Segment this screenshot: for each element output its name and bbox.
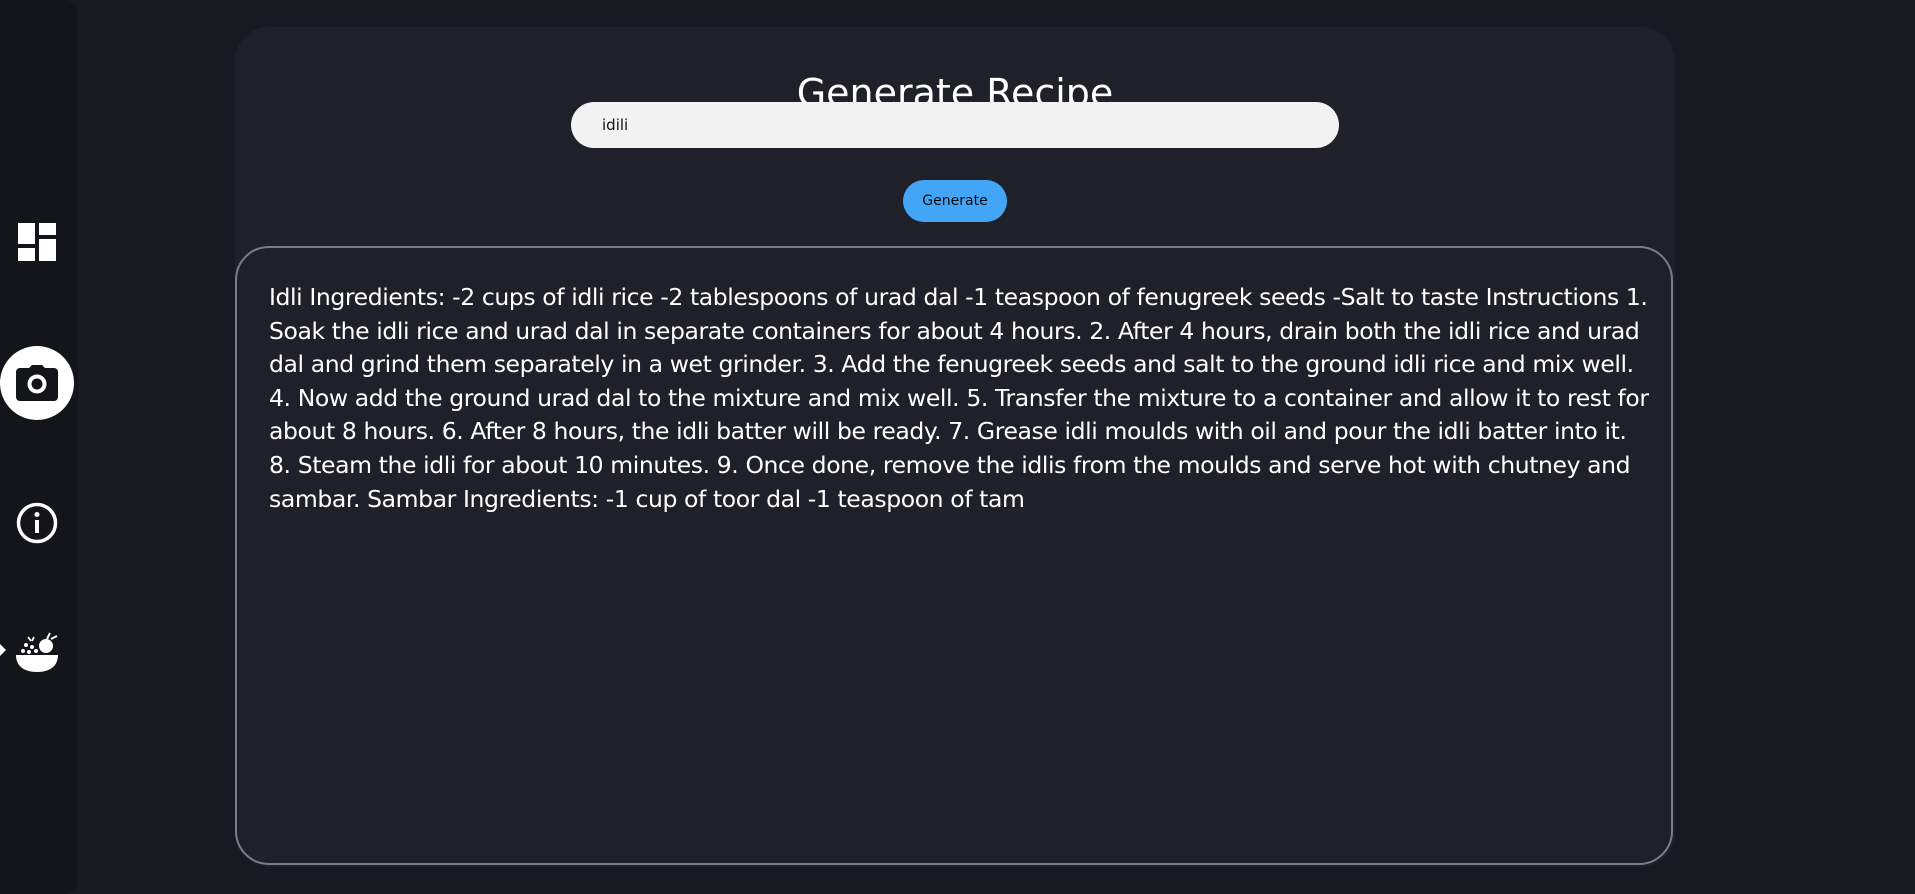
sidebar-item-recipes[interactable]: [0, 615, 74, 689]
generate-button[interactable]: Generate: [903, 180, 1007, 222]
sidebar-item-camera[interactable]: [0, 346, 74, 420]
sidebar-item-info[interactable]: [0, 486, 74, 560]
camera-icon: [16, 365, 58, 401]
recipe-search-input[interactable]: [571, 102, 1339, 148]
recipe-text: Idli Ingredients: -2 cups of idli rice -…: [269, 283, 1649, 513]
info-icon: [16, 502, 58, 544]
chevron-right-icon: [0, 644, 6, 656]
recipe-output: Idli Ingredients: -2 cups of idli rice -…: [235, 246, 1673, 865]
sidebar-item-dashboard[interactable]: [0, 205, 74, 279]
food-bowl-icon: [16, 632, 58, 672]
sidebar: [0, 0, 78, 894]
dashboard-icon: [18, 223, 56, 261]
